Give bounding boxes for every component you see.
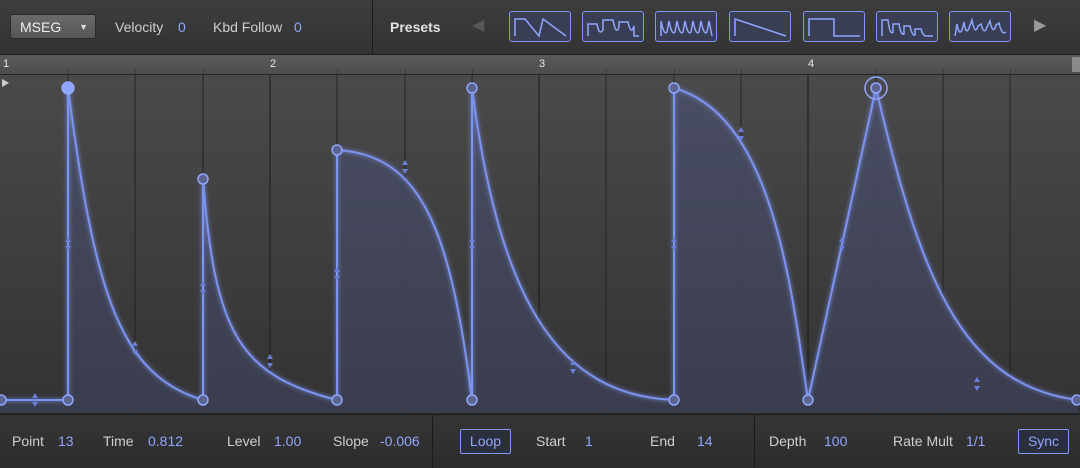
header-divider bbox=[372, 0, 373, 54]
envelope-point bbox=[466, 394, 478, 406]
sync-button[interactable]: Sync bbox=[1018, 429, 1069, 454]
start-value[interactable]: 1 bbox=[585, 433, 593, 449]
preset-decay-steps[interactable] bbox=[876, 11, 938, 42]
preset-square[interactable] bbox=[803, 11, 865, 42]
envelope-point bbox=[1071, 394, 1080, 406]
ruler-tick bbox=[135, 69, 136, 74]
ruler-tick bbox=[68, 69, 69, 74]
step-wave-icon bbox=[587, 19, 639, 37]
square-wave-icon bbox=[808, 18, 860, 37]
loop-button[interactable]: Loop bbox=[460, 429, 511, 454]
ruler-number: 3 bbox=[539, 58, 546, 70]
ruler-tick bbox=[472, 69, 473, 74]
envelope-point bbox=[197, 394, 209, 406]
kbd-follow-value[interactable]: 0 bbox=[294, 19, 302, 35]
random-bump-wave-icon bbox=[954, 17, 1007, 37]
preset-pulse-train[interactable] bbox=[655, 11, 717, 42]
saw-down-wave-icon bbox=[514, 17, 567, 38]
bottom-bar: Point 13 Time 0.812 Level 1.00 Slope -0.… bbox=[0, 414, 1080, 468]
rate-mult-label: Rate Mult bbox=[893, 433, 953, 449]
point-label: Point bbox=[12, 433, 44, 449]
ruler-end-handle[interactable] bbox=[1072, 57, 1080, 72]
level-value[interactable]: 1.00 bbox=[274, 433, 301, 449]
envelope-graph[interactable] bbox=[0, 75, 1080, 413]
preset-steps[interactable] bbox=[582, 11, 644, 42]
ruler-tick bbox=[606, 69, 607, 74]
footer-divider bbox=[754, 415, 755, 468]
ruler-tick bbox=[876, 69, 877, 74]
pulse-train-wave-icon bbox=[660, 20, 713, 37]
envelope-point bbox=[331, 144, 343, 156]
decay-step-wave-icon bbox=[881, 19, 933, 37]
end-label: End bbox=[650, 433, 675, 449]
ruler-tick bbox=[203, 69, 204, 74]
ramp-down-wave-icon bbox=[734, 17, 787, 37]
depth-label: Depth bbox=[769, 433, 807, 449]
envelope-point bbox=[668, 82, 680, 94]
presets-label: Presets bbox=[390, 19, 441, 35]
slope-value[interactable]: -0.006 bbox=[380, 433, 420, 449]
preset-prev-arrow-icon[interactable]: ◀ bbox=[472, 15, 484, 35]
footer-divider bbox=[432, 415, 433, 468]
preset-saw-down[interactable] bbox=[509, 11, 571, 42]
ruler-tick bbox=[1010, 69, 1011, 74]
chevron-down-icon: ▼ bbox=[79, 22, 88, 32]
end-value[interactable]: 14 bbox=[697, 433, 713, 449]
ruler-tick bbox=[741, 69, 742, 74]
envelope-point bbox=[62, 394, 74, 406]
level-label: Level bbox=[227, 433, 261, 449]
envelope-point bbox=[802, 394, 814, 406]
time-label: Time bbox=[103, 433, 134, 449]
envelope-point bbox=[197, 173, 209, 185]
rate-mult-value[interactable]: 1/1 bbox=[966, 433, 985, 449]
ruler-tick bbox=[943, 69, 944, 74]
slope-label: Slope bbox=[333, 433, 369, 449]
velocity-value[interactable]: 0 bbox=[178, 19, 186, 35]
envelope-point bbox=[61, 81, 75, 95]
timeline-ruler[interactable]: 1 2 3 4 bbox=[0, 55, 1080, 75]
kbd-follow-label: Kbd Follow bbox=[213, 19, 283, 35]
envelope-point bbox=[668, 394, 680, 406]
start-label: Start bbox=[536, 433, 566, 449]
envelope-point-selected bbox=[870, 82, 882, 94]
ruler-tick bbox=[405, 69, 406, 74]
ruler-tick bbox=[674, 69, 675, 74]
time-value[interactable]: 0.812 bbox=[148, 433, 183, 449]
envelope-point bbox=[466, 82, 478, 94]
ruler-number: 1 bbox=[3, 58, 10, 70]
top-bar: MSEG ▼ Velocity 0 Kbd Follow 0 Presets ◀ bbox=[0, 0, 1080, 55]
mode-dropdown-value: MSEG bbox=[20, 19, 62, 35]
mode-dropdown[interactable]: MSEG ▼ bbox=[10, 14, 96, 39]
ruler-number: 2 bbox=[270, 58, 277, 70]
preset-random-bumps[interactable] bbox=[949, 11, 1011, 42]
ruler-number: 4 bbox=[808, 58, 815, 70]
envelope-point bbox=[0, 394, 7, 406]
envelope-point bbox=[331, 394, 343, 406]
preset-next-arrow-icon[interactable]: ▶ bbox=[1034, 15, 1046, 35]
depth-value[interactable]: 100 bbox=[824, 433, 847, 449]
preset-ramp-down[interactable] bbox=[729, 11, 791, 42]
velocity-label: Velocity bbox=[115, 19, 164, 35]
ruler-tick bbox=[337, 69, 338, 74]
point-value[interactable]: 13 bbox=[58, 433, 74, 449]
